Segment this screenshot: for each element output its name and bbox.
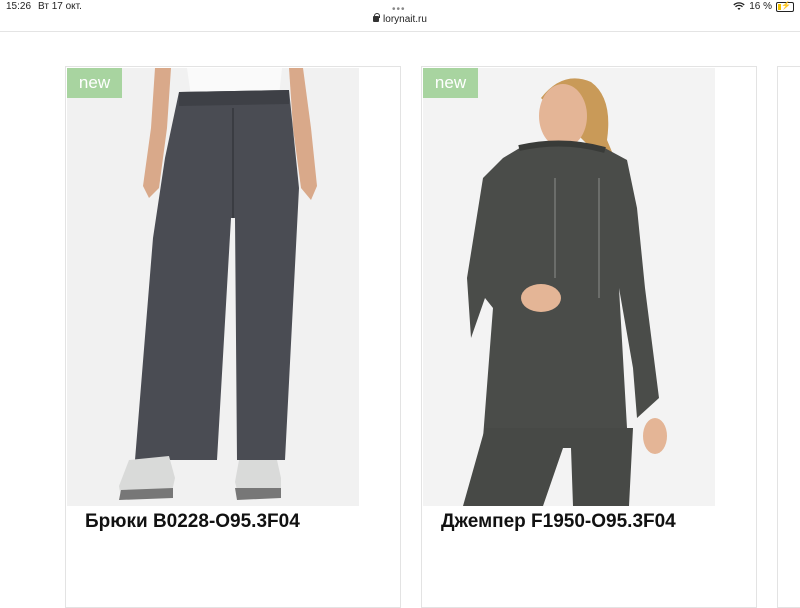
trousers-photo-icon — [67, 68, 359, 506]
product-card[interactable]: new Джемпер F1950-O95.3F04 — [421, 66, 757, 608]
new-badge: new — [423, 68, 478, 98]
product-image-trousers[interactable]: new — [67, 68, 359, 506]
lock-icon — [373, 13, 381, 22]
product-title[interactable]: Брюки B0228-O95.3F04 — [85, 511, 300, 533]
battery-icon: ⚡ — [776, 1, 794, 12]
new-badge: new — [67, 68, 122, 98]
status-time: 15:26 — [6, 1, 32, 12]
status-date: Вт 17 окт. — [38, 1, 82, 12]
product-card-partial[interactable] — [777, 66, 800, 608]
address-bar[interactable]: lorynait.ru — [0, 13, 800, 30]
hoodie-photo-icon — [423, 68, 715, 506]
status-right: 16 % ⚡ — [733, 1, 794, 12]
wifi-icon — [733, 2, 745, 10]
product-title[interactable]: Джемпер F1950-O95.3F04 — [441, 511, 676, 533]
divider — [0, 31, 800, 32]
battery-percent: 16 % — [749, 1, 772, 12]
product-card[interactable]: new Брюки B0228-O95.3F04 — [65, 66, 401, 608]
url-text: lorynait.ru — [383, 14, 427, 25]
product-image-hoodie[interactable]: new — [423, 68, 715, 506]
status-bar: 15:26 Вт 17 окт. ••• 16 % ⚡ — [0, 0, 800, 15]
